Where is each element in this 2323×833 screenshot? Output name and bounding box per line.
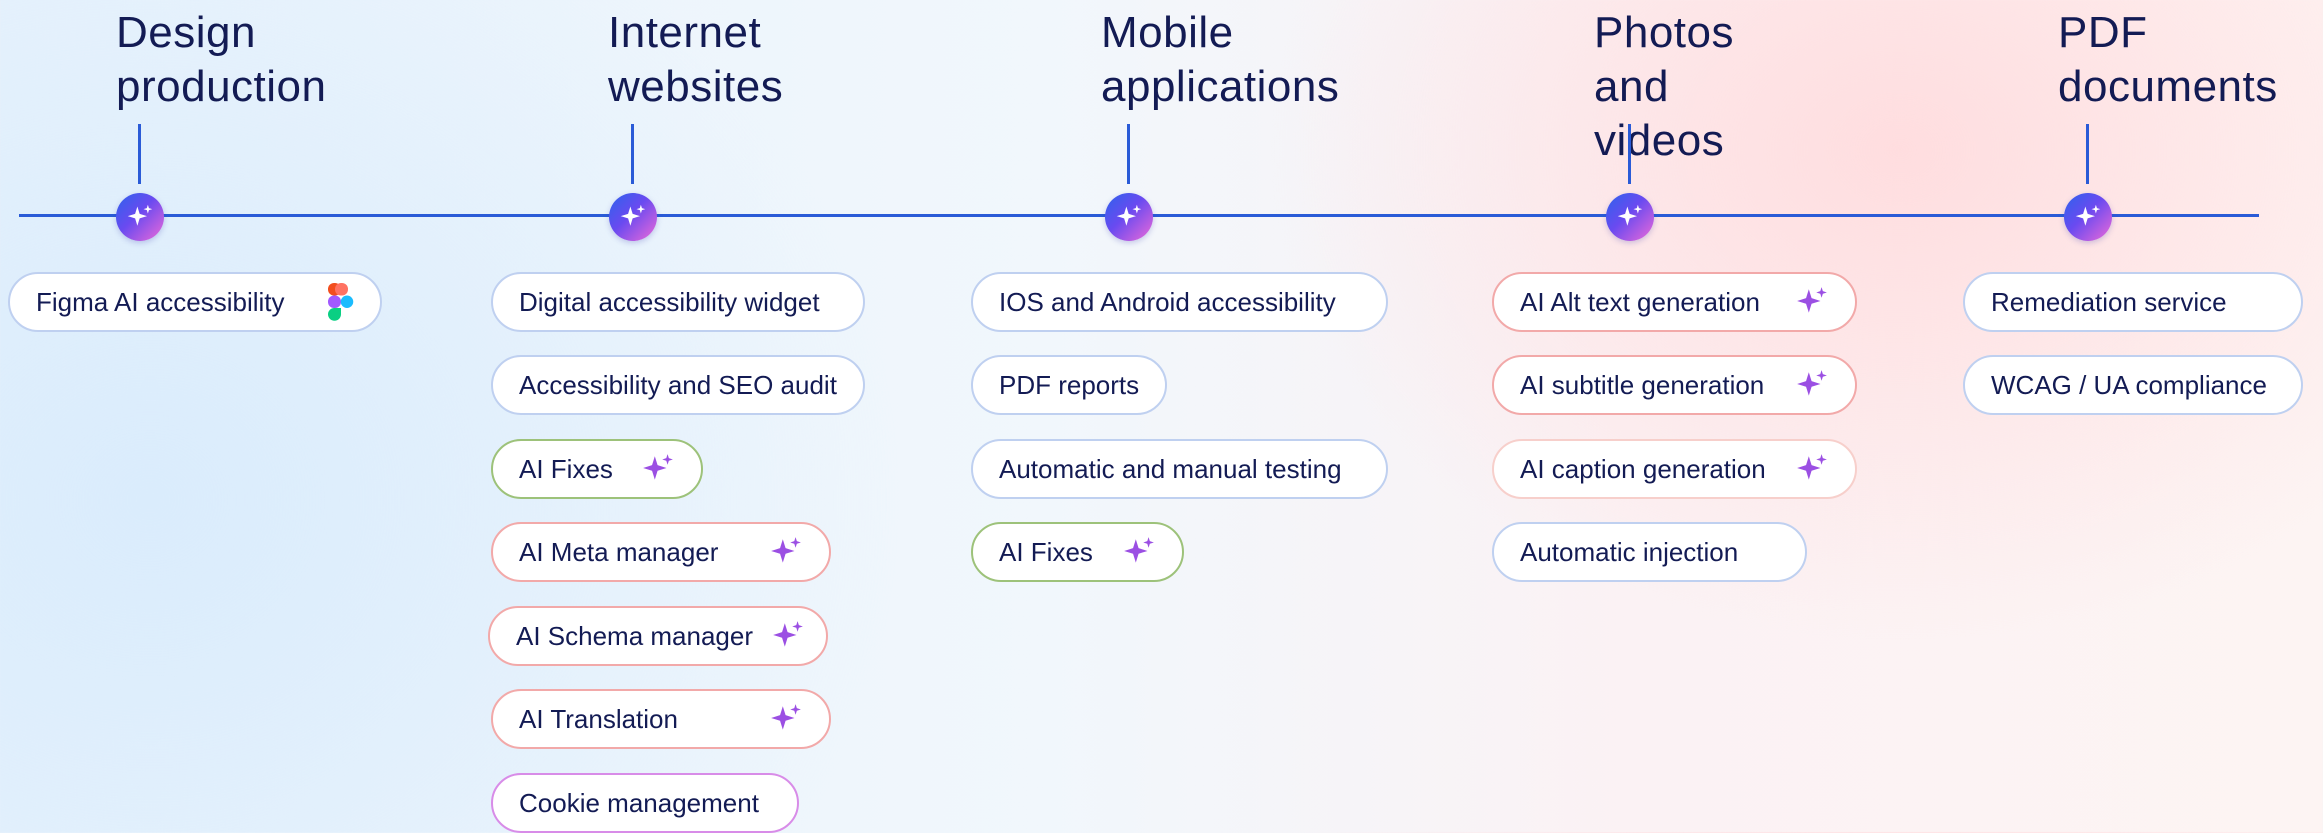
timeline-connector (1127, 124, 1130, 184)
timeline-node (1105, 193, 1153, 241)
sparkle-icon (126, 203, 154, 231)
feature-pill[interactable]: IOS and Android accessibility (971, 272, 1388, 332)
timeline-connector (1628, 124, 1631, 184)
sparkle-icon (769, 702, 803, 736)
feature-label: AI Schema manager (516, 620, 754, 651)
feature-pill[interactable]: AI Alt text generation (1492, 272, 1857, 332)
feature-pill[interactable]: AI Meta manager (491, 522, 831, 582)
feature-label: AI Fixes (519, 453, 613, 484)
feature-label: IOS and Android accessibility (999, 286, 1336, 317)
feature-label: AI caption generation (1520, 453, 1766, 484)
timeline-connector (138, 124, 141, 184)
feature-label: AI Alt text generation (1520, 286, 1760, 317)
column-title: Design production (116, 8, 327, 111)
feature-label: AI Meta manager (519, 536, 719, 567)
feature-pill[interactable]: Digital accessibility widget (491, 272, 865, 332)
sparkle-icon (2074, 203, 2102, 231)
timeline-node (609, 193, 657, 241)
feature-pill[interactable]: Automatic and manual testing (971, 439, 1388, 499)
sparkle-icon (771, 619, 805, 653)
sparkle-icon (1795, 285, 1829, 319)
feature-pill[interactable]: Figma AI accessibility (8, 272, 382, 332)
feature-pill[interactable]: AI Fixes (491, 439, 703, 499)
feature-label: Digital accessibility widget (519, 286, 820, 317)
column-title: PDF documents (2058, 8, 2278, 111)
sparkle-icon (1122, 535, 1156, 569)
feature-pill[interactable]: AI caption generation (1492, 439, 1857, 499)
timeline-node (1606, 193, 1654, 241)
timeline-connector (2086, 124, 2089, 184)
feature-pill[interactable]: WCAG / UA compliance (1963, 355, 2303, 415)
feature-pill[interactable]: Accessibility and SEO audit (491, 355, 865, 415)
sparkle-icon (1795, 368, 1829, 402)
feature-pill[interactable]: Remediation service (1963, 272, 2303, 332)
feature-label: Figma AI accessibility (36, 286, 285, 317)
feature-pill[interactable]: AI Translation (491, 689, 831, 749)
feature-label: AI Translation (519, 703, 678, 734)
feature-pill[interactable]: AI Schema manager (488, 606, 828, 666)
timeline-node (116, 193, 164, 241)
column-title: Mobile applications (1101, 8, 1340, 111)
feature-label: Accessibility and SEO audit (519, 369, 837, 400)
feature-label: Cookie management (519, 787, 759, 818)
timeline-connector (631, 124, 634, 184)
feature-label: Remediation service (1991, 286, 2227, 317)
feature-pill[interactable]: Cookie management (491, 773, 799, 833)
sparkle-icon (1795, 452, 1829, 486)
feature-label: AI subtitle generation (1520, 369, 1765, 400)
feature-label: Automatic and manual testing (999, 453, 1342, 484)
feature-pill[interactable]: AI subtitle generation (1492, 355, 1857, 415)
feature-pill[interactable]: PDF reports (971, 355, 1167, 415)
feature-label: AI Fixes (999, 536, 1093, 567)
column-title: Photos and videos (1594, 8, 1734, 165)
sparkle-icon (1616, 203, 1644, 231)
feature-pill[interactable]: Automatic injection (1492, 522, 1807, 582)
column-title: Internet websites (608, 8, 784, 111)
figma-icon (328, 283, 354, 321)
feature-pill[interactable]: AI Fixes (971, 522, 1184, 582)
sparkle-icon (769, 535, 803, 569)
sparkle-icon (1115, 203, 1143, 231)
feature-label: WCAG / UA compliance (1991, 369, 2267, 400)
feature-label: PDF reports (999, 369, 1140, 400)
sparkle-icon (641, 452, 675, 486)
sparkle-icon (619, 203, 647, 231)
feature-label: Automatic injection (1520, 536, 1739, 567)
timeline-node (2064, 193, 2112, 241)
